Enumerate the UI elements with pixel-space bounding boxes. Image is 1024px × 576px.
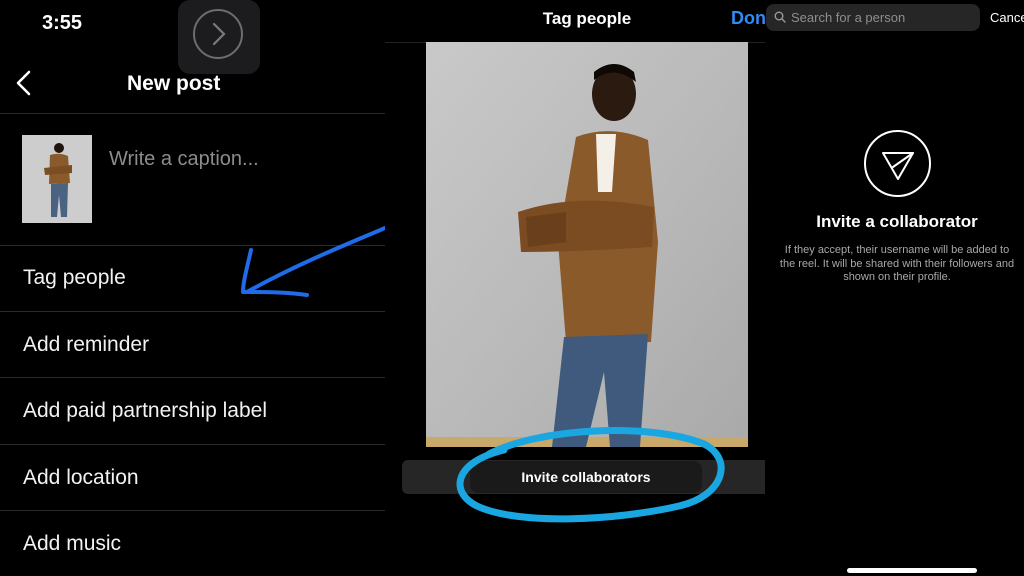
invite-collaborator-screen: Cance Invite a collaborator If they acce…: [765, 0, 1024, 576]
divider: [0, 377, 385, 378]
post-thumbnail: [22, 135, 92, 223]
status-time: 3:55: [42, 12, 83, 34]
invite-collaborators-button[interactable]: Invite collaborators: [470, 461, 702, 493]
divider: [0, 113, 385, 114]
send-icon: [864, 130, 931, 197]
invite-heading: Invite a collaborator: [816, 212, 978, 231]
forward-button[interactable]: [178, 0, 260, 74]
post-photo[interactable]: [426, 42, 748, 447]
divider: [0, 444, 385, 445]
menu-item-add-music[interactable]: Add music: [23, 532, 121, 556]
annotation-arrow-icon: [241, 226, 385, 297]
chevron-right-icon: [193, 9, 243, 59]
search-icon: [774, 11, 786, 23]
cancel-button[interactable]: Cance: [990, 10, 1024, 25]
menu-item-add-paid-partnership[interactable]: Add paid partnership label: [23, 399, 267, 423]
done-button[interactable]: Don: [731, 8, 765, 29]
menu-item-add-reminder[interactable]: Add reminder: [23, 333, 149, 357]
divider: [0, 510, 385, 511]
caption-input[interactable]: Write a caption...: [109, 148, 259, 171]
page-title: Tag people: [542, 9, 632, 28]
invite-description: If they accept, their username will be a…: [779, 244, 1015, 283]
menu-item-add-location[interactable]: Add location: [23, 466, 139, 490]
menu-item-tag-people[interactable]: Tag people: [23, 266, 126, 290]
search-field[interactable]: [766, 4, 980, 31]
divider: [0, 311, 385, 312]
search-input[interactable]: [791, 4, 975, 31]
tag-people-screen: Tag people Don Invite collaborators: [385, 0, 765, 576]
home-indicator: [847, 568, 977, 573]
page-title: New post: [127, 72, 221, 95]
new-post-screen: 3:55 New post Write a caption... Tag peo…: [0, 0, 385, 576]
